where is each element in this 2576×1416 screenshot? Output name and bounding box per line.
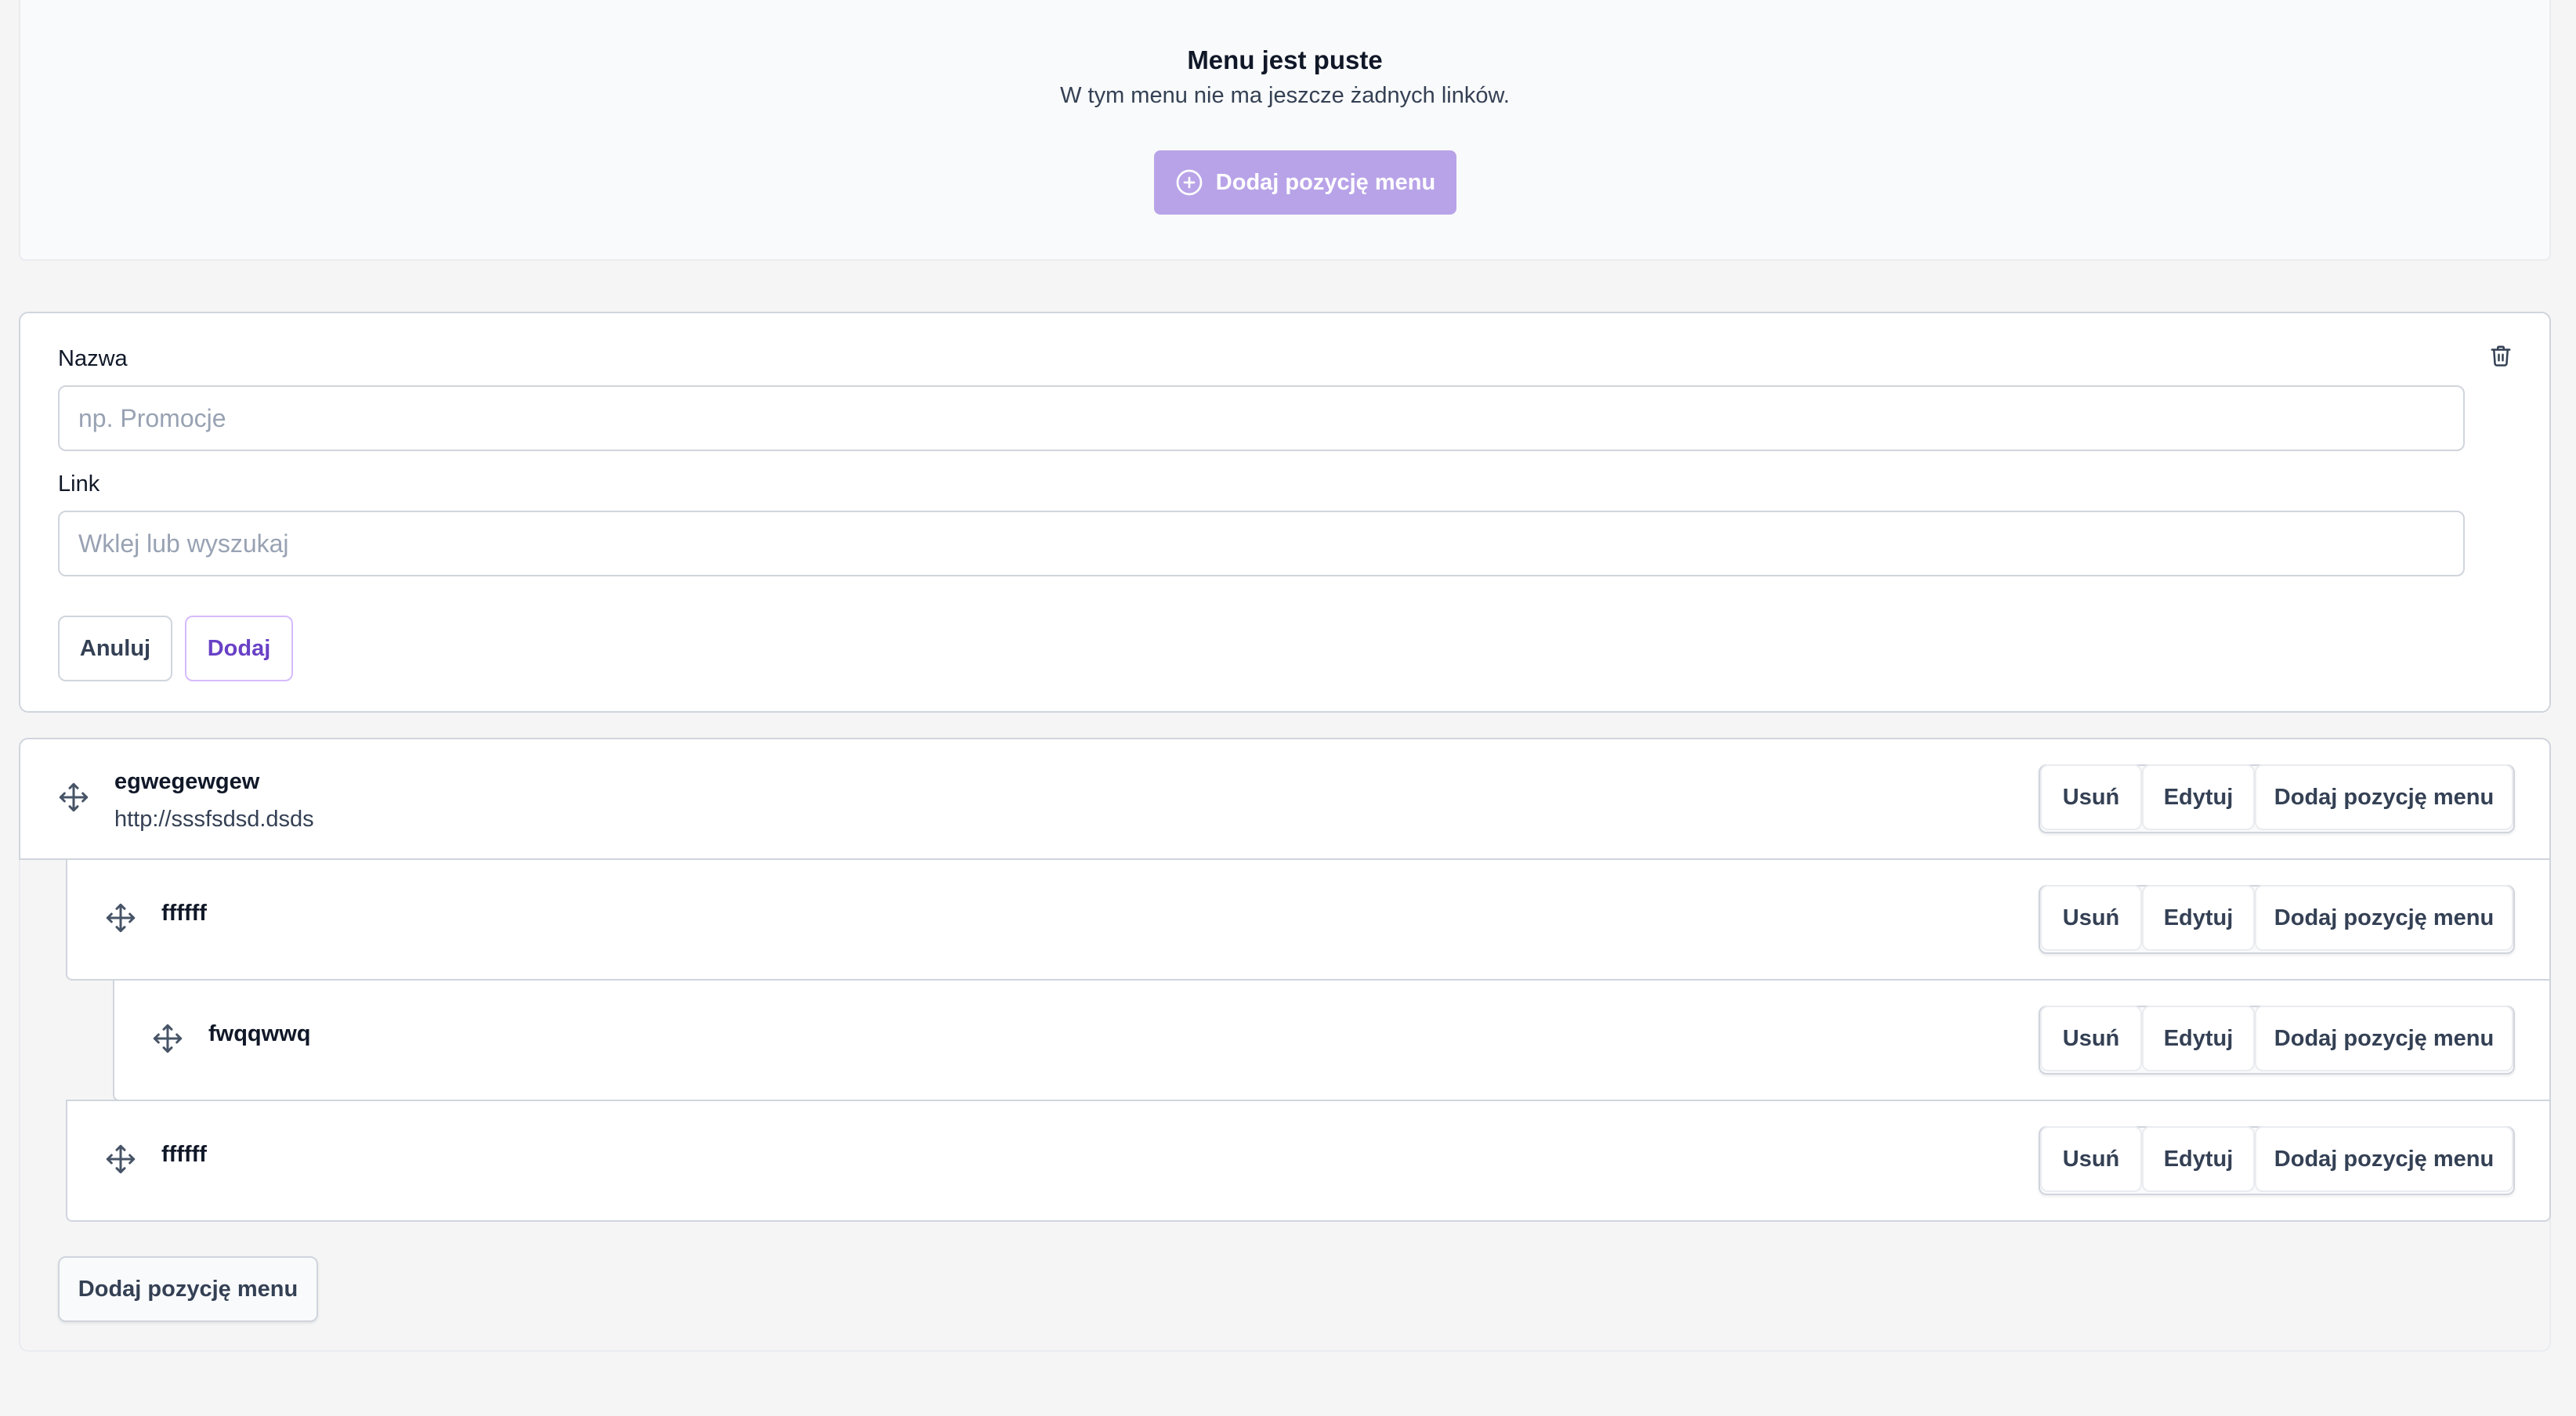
- menu-item-name: ffffff: [161, 1142, 207, 1167]
- add-child-item-button[interactable]: Dodaj pozycję menu: [2255, 885, 2513, 951]
- edit-button[interactable]: Edytuj: [2142, 885, 2255, 951]
- drag-handle-icon[interactable]: [105, 902, 136, 934]
- menu-items-list: egwegewgew http://sssfsdsd.dsds Usuń Edy…: [19, 738, 2551, 1352]
- edit-button[interactable]: Edytuj: [2142, 1006, 2255, 1071]
- menu-item-name: ffffff: [161, 901, 207, 926]
- remove-button[interactable]: Usuń: [2040, 764, 2142, 830]
- remove-button[interactable]: Usuń: [2040, 1126, 2142, 1192]
- menu-item-url: http://sssfsdsd.dsds: [114, 807, 314, 832]
- name-field-label: Nazwa: [58, 346, 128, 371]
- remove-button[interactable]: Usuń: [2040, 1006, 2142, 1071]
- empty-state-panel: Menu jest puste W tym menu nie ma jeszcz…: [19, 0, 2551, 261]
- menu-item-name: fwqqwwq: [208, 1021, 311, 1046]
- link-input[interactable]: [58, 511, 2465, 576]
- menu-item-actions: Usuń Edytuj Dodaj pozycję menu: [2039, 1126, 2515, 1195]
- drag-handle-icon[interactable]: [152, 1023, 183, 1054]
- add-menu-item-button[interactable]: Dodaj pozycję menu: [58, 1256, 318, 1322]
- plus-circle-icon: [1176, 169, 1203, 196]
- menu-item-name: egwegewgew: [114, 769, 260, 794]
- menu-item-actions: Usuń Edytuj Dodaj pozycję menu: [2039, 885, 2515, 954]
- drag-handle-icon[interactable]: [105, 1143, 136, 1175]
- menu-item-row: ffffff Usuń Edytuj Dodaj pozycję menu: [66, 1100, 2551, 1222]
- menu-item-actions: Usuń Edytuj Dodaj pozycję menu: [2039, 764, 2515, 833]
- menu-item-row: egwegewgew http://sssfsdsd.dsds Usuń Edy…: [19, 738, 2551, 860]
- empty-state-title: Menu jest puste: [1187, 45, 1383, 74]
- add-menu-item-primary-button[interactable]: Dodaj pozycję menu: [1154, 150, 1456, 215]
- drag-handle-icon[interactable]: [58, 782, 89, 813]
- add-child-item-button[interactable]: Dodaj pozycję menu: [2255, 1126, 2513, 1192]
- edit-button[interactable]: Edytuj: [2142, 1126, 2255, 1192]
- menu-item-row: ffffff Usuń Edytuj Dodaj pozycję menu: [66, 858, 2551, 981]
- trash-icon[interactable]: [2487, 341, 2515, 370]
- cancel-button[interactable]: Anuluj: [58, 616, 172, 681]
- add-menu-item-primary-label: Dodaj pozycję menu: [1215, 169, 1436, 195]
- menu-item-form: Nazwa Link Anuluj Dodaj: [19, 312, 2551, 713]
- remove-button[interactable]: Usuń: [2040, 885, 2142, 951]
- link-field-label: Link: [58, 471, 100, 497]
- menu-item-row: fwqqwwq Usuń Edytuj Dodaj pozycję menu: [113, 979, 2551, 1101]
- name-input[interactable]: [58, 385, 2465, 451]
- edit-button[interactable]: Edytuj: [2142, 764, 2255, 830]
- submit-add-button[interactable]: Dodaj: [185, 616, 293, 681]
- menu-item-actions: Usuń Edytuj Dodaj pozycję menu: [2039, 1006, 2515, 1075]
- add-child-item-button[interactable]: Dodaj pozycję menu: [2255, 1006, 2513, 1071]
- add-child-item-button[interactable]: Dodaj pozycję menu: [2255, 764, 2513, 830]
- empty-state-subtitle: W tym menu nie ma jeszcze żadnych linków…: [1060, 83, 1510, 108]
